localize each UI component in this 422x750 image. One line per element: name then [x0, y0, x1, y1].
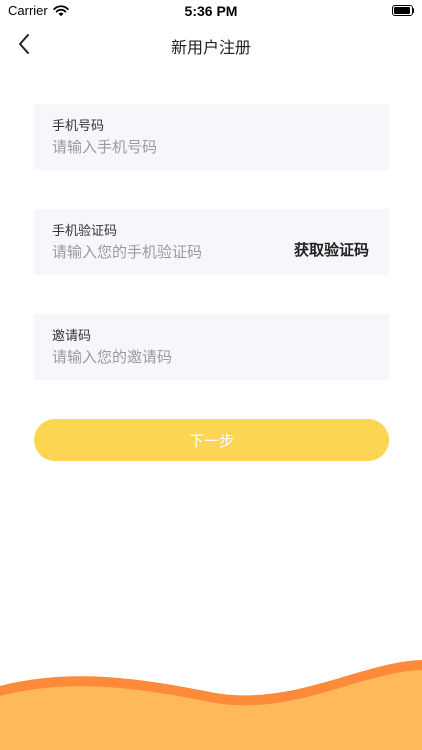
status-bar: Carrier 5:36 PM — [0, 0, 422, 24]
verification-code-label: 手机验证码 — [52, 224, 118, 239]
navigation-bar: 新用户注册 — [0, 24, 422, 64]
clock: 5:36 PM — [184, 3, 238, 19]
get-code-button[interactable]: 获取验证码 — [294, 239, 369, 260]
battery-icon — [392, 5, 414, 16]
invite-code-input[interactable] — [52, 346, 372, 368]
phone-label: 手机号码 — [52, 119, 105, 134]
decorative-wave — [0, 660, 422, 750]
register-screen: Carrier 5:36 PM 新用户注册 手机号码 请输入手机号码 手机验证码… — [0, 0, 422, 750]
next-button[interactable]: 下一步 — [34, 419, 389, 461]
phone-field: 手机号码 — [34, 104, 389, 170]
invite-code-label: 邀请码 — [52, 329, 92, 344]
phone-input[interactable] — [52, 136, 372, 158]
verification-code-input[interactable] — [52, 241, 272, 263]
page-title: 新用户注册 — [170, 38, 251, 57]
invite-code-field: 邀请码 — [34, 314, 389, 380]
verification-code-field: 手机验证码 获取验证码 — [34, 209, 389, 275]
